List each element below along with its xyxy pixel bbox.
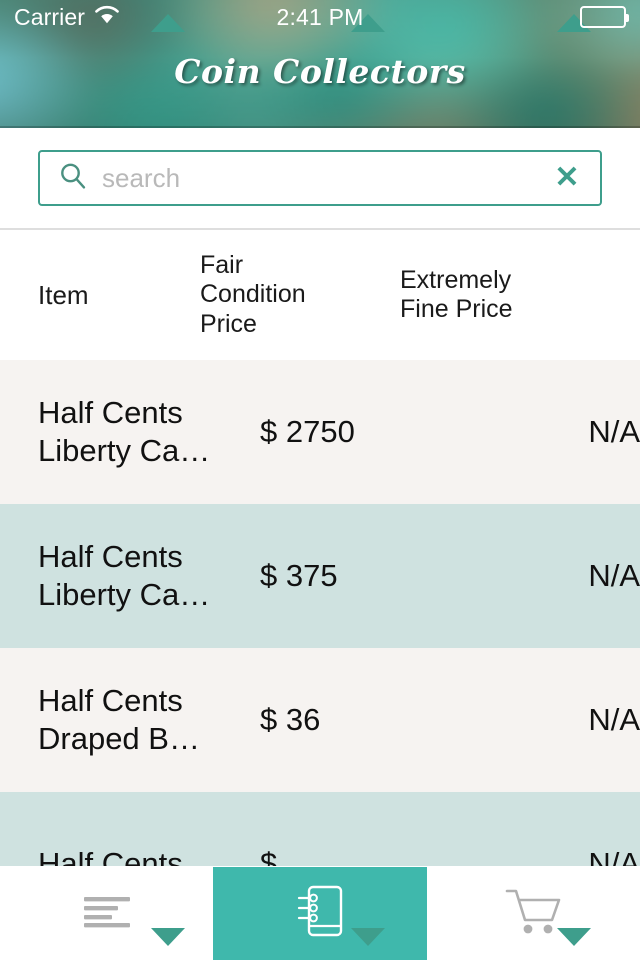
cell-item-name: Half Cents [38,846,183,866]
cell-extremely-fine-price: N/A [588,558,640,593]
sort-descending-icon[interactable] [351,928,385,946]
status-bar-right [364,6,629,28]
status-bar-left: Carrier [14,5,276,29]
tab-catalog[interactable] [213,867,427,960]
shopping-cart-icon [504,886,562,941]
column-header-fair-label: Fair Condition Price [200,250,306,338]
carrier-label: Carrier [14,3,85,30]
tab-cart[interactable] [426,867,640,960]
cell-fair-condition-price: $ [260,846,278,866]
column-header-fine-label: Extremely Fine Price [400,265,513,324]
sort-descending-icon[interactable] [151,928,185,946]
status-bar: Carrier 2:41 PM [0,0,640,34]
table-header-row: Item Fair Condition Price Extremely Fine… [0,14,640,946]
cell-extremely-fine-price: N/A [588,414,640,449]
header-divider [0,126,640,128]
wifi-icon [94,5,120,29]
cell-fair-condition-price: $ 375 [260,558,338,593]
search-icon [58,161,88,196]
cell-item-name: Half Cents Liberty Ca… [38,395,211,468]
list-lines-icon [81,892,133,935]
cell-fair-condition-price: $ 36 [260,702,321,737]
table-row[interactable]: Half Cents $ N/A [0,792,640,866]
cell-item-name: Half Cents Draped B… [38,683,200,756]
app-header: Carrier 2:41 PM Coin Collectors [0,0,640,128]
sort-descending-icon[interactable] [557,928,591,946]
page-title: Coin Collectors [174,52,466,91]
table-row[interactable]: Half Cents Draped B… $ 36 N/A [0,648,640,792]
status-time: 2:41 PM [276,3,364,30]
table-row[interactable]: Half Cents Liberty Ca… $ 375 N/A [0,504,640,648]
cell-fair-condition-price: $ 2750 [260,414,355,449]
search-box[interactable]: ✕ [38,150,602,206]
battery-full-icon [580,6,629,28]
tab-bar [0,866,640,960]
column-header-item-label: Item [38,279,89,310]
table-row[interactable]: Half Cents Liberty Ca… $ 2750 N/A [0,360,640,504]
cell-extremely-fine-price: N/A [588,846,640,866]
notebook-icon [293,882,347,945]
search-bar-container: ✕ [0,128,640,230]
app-root: Carrier 2:41 PM Coin Collectors search ✕… [0,0,640,960]
cell-extremely-fine-price: N/A [588,702,640,737]
coin-list[interactable]: Half Cents Liberty Ca… $ 2750 N/A Half C… [0,360,640,866]
cell-item-name: Half Cents Liberty Ca… [38,539,211,612]
